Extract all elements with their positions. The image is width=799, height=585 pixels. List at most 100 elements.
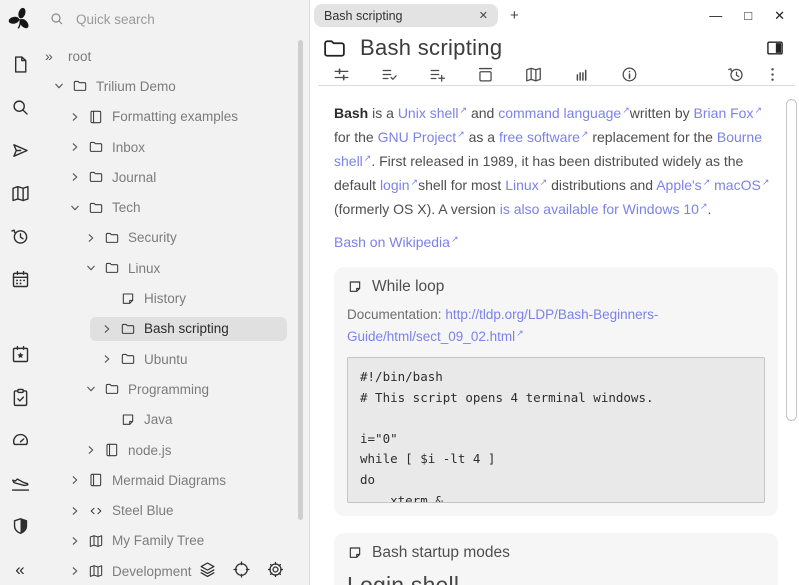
close-button[interactable]: ✕ (774, 9, 785, 22)
code-block[interactable]: #!/bin/bash # This script opens 4 termin… (347, 357, 765, 503)
chevron-right-icon[interactable] (68, 473, 88, 487)
tree-item-trilium-demo[interactable]: Trilium Demo (40, 71, 309, 101)
chevron-right-icon[interactable] (68, 564, 88, 578)
chevron-right-icon[interactable] (68, 504, 88, 518)
note-map-button[interactable] (7, 181, 33, 205)
link-login[interactable]: login (380, 177, 410, 193)
link-unix-shell[interactable]: Unix shell (398, 105, 459, 121)
note-icon (120, 291, 141, 307)
tree-item-formatting-examples[interactable]: Formatting examples (40, 102, 309, 132)
card-header[interactable]: Bash startup modes (347, 544, 765, 562)
bookmarks-button[interactable] (7, 342, 33, 366)
window-controls: — □ ✕ (709, 9, 785, 22)
chevron-down-icon[interactable] (68, 201, 88, 215)
tree-item-root[interactable]: »root (40, 41, 309, 71)
tab-close-icon[interactable]: ✕ (479, 9, 488, 22)
chevron-right-icon[interactable] (84, 231, 104, 245)
tree-item-bash-scripting[interactable]: Bash scripting (40, 314, 309, 344)
list-check-icon (380, 65, 400, 84)
chevron-right-icon[interactable] (84, 443, 104, 457)
link-linux[interactable]: Linux (505, 177, 538, 193)
note-info-button[interactable] (620, 65, 640, 85)
folder-icon (104, 260, 125, 276)
link-apple-s[interactable]: Apple's (656, 177, 701, 193)
search-button[interactable] (7, 95, 33, 119)
tree-settings-button[interactable] (266, 560, 285, 579)
note-paths-button[interactable] (476, 65, 496, 85)
tree-item-history[interactable]: History (40, 283, 309, 313)
quick-search-input[interactable]: Quick search (40, 0, 309, 38)
tree-scrollbar[interactable] (298, 40, 303, 520)
tree-item-java[interactable]: Java (40, 405, 309, 435)
content-scrollbar[interactable] (786, 99, 797, 585)
chevron-right-icon[interactable] (100, 352, 120, 366)
protected-session-button[interactable] (7, 514, 33, 538)
folder-icon (88, 200, 109, 216)
card-header[interactable]: While loop (347, 278, 765, 296)
chevron-down-icon[interactable] (84, 382, 104, 396)
basic-properties-button[interactable] (332, 65, 352, 85)
link-free-software[interactable]: free software (499, 129, 580, 145)
dashboard-button[interactable] (7, 428, 33, 452)
inherited-attributes-button[interactable] (428, 65, 448, 85)
chevron-right-icon[interactable] (68, 170, 88, 184)
tree-item-node-js[interactable]: node.js (40, 435, 309, 465)
main-pane: Bash scripting ✕ + — □ ✕ Bash scripting … (309, 0, 799, 585)
scroll-to-active-note-button[interactable] (232, 560, 251, 579)
archive-icon (476, 65, 496, 84)
note-revisions-button[interactable] (727, 65, 747, 85)
chevron-right-icon[interactable] (68, 140, 88, 154)
tree-item-journal[interactable]: Journal (40, 162, 309, 192)
bash-wikipedia-link[interactable]: Bash on Wikipedia (334, 234, 450, 250)
collapse-pane-button[interactable]: « (7, 557, 33, 581)
root-expander-icon[interactable]: » (45, 48, 65, 64)
owned-attributes-button[interactable] (380, 65, 400, 85)
new-tab-button[interactable]: + (510, 7, 519, 24)
chevron-right-icon[interactable] (100, 322, 120, 336)
chevron-down-icon[interactable] (84, 261, 104, 275)
maximize-button[interactable]: □ (744, 9, 752, 22)
new-note-button[interactable] (7, 52, 33, 76)
tree-item-ubuntu[interactable]: Ubuntu (40, 344, 309, 374)
note-map-button[interactable] (524, 65, 544, 85)
card-title[interactable]: Bash startup modes (372, 544, 510, 562)
tab-bash-scripting[interactable]: Bash scripting ✕ (314, 4, 498, 27)
chevron-down-icon[interactable] (52, 79, 72, 93)
note-title[interactable]: Bash scripting (360, 35, 502, 61)
card-title[interactable]: While loop (372, 278, 444, 296)
shield-half-icon (10, 516, 31, 537)
tree-item-mermaid-diagrams[interactable]: Mermaid Diagrams (40, 465, 309, 495)
chevron-right-icon[interactable] (68, 110, 88, 124)
jump-to-note-button[interactable] (7, 138, 33, 162)
external-link-icon: ↗ (451, 234, 459, 244)
task-manager-button[interactable] (7, 385, 33, 409)
link-command-language[interactable]: command language (498, 105, 621, 121)
minimize-button[interactable]: — (709, 9, 722, 22)
link-macos[interactable]: macOS (714, 177, 761, 193)
chevron-right-icon[interactable] (68, 534, 88, 548)
toggle-right-pane-icon[interactable] (765, 38, 785, 58)
tree-item-linux[interactable]: Linux (40, 253, 309, 283)
tree-item-inbox[interactable]: Inbox (40, 132, 309, 162)
link-gnu-project[interactable]: GNU Project (378, 129, 457, 145)
calendar-button[interactable] (7, 267, 33, 291)
tree-item-steel-blue[interactable]: Steel Blue (40, 495, 309, 525)
similar-notes-button[interactable] (572, 65, 592, 85)
bar-chart-icon (572, 65, 592, 84)
external-link-icon: ↗ (622, 105, 630, 115)
tree-item-security[interactable]: Security (40, 223, 309, 253)
map-icon (88, 563, 109, 579)
tree-item-my-family-tree[interactable]: My Family Tree (40, 526, 309, 556)
tree-footer-buttons (198, 560, 285, 579)
tree-item-tech[interactable]: Tech (40, 192, 309, 222)
link-is-also-available-for-windows-10[interactable]: is also available for Windows 10 (500, 201, 699, 217)
folder-icon (104, 381, 125, 397)
content-scrollbar-thumb[interactable] (786, 99, 797, 421)
tree-item-label: Ubuntu (144, 352, 188, 367)
sync-status-button[interactable] (198, 560, 217, 579)
travel-button[interactable] (7, 471, 33, 495)
tree-item-programming[interactable]: Programming (40, 374, 309, 404)
note-actions-menu-button[interactable] (763, 65, 783, 85)
recent-changes-button[interactable] (7, 224, 33, 248)
link-brian-fox[interactable]: Brian Fox (694, 105, 754, 121)
